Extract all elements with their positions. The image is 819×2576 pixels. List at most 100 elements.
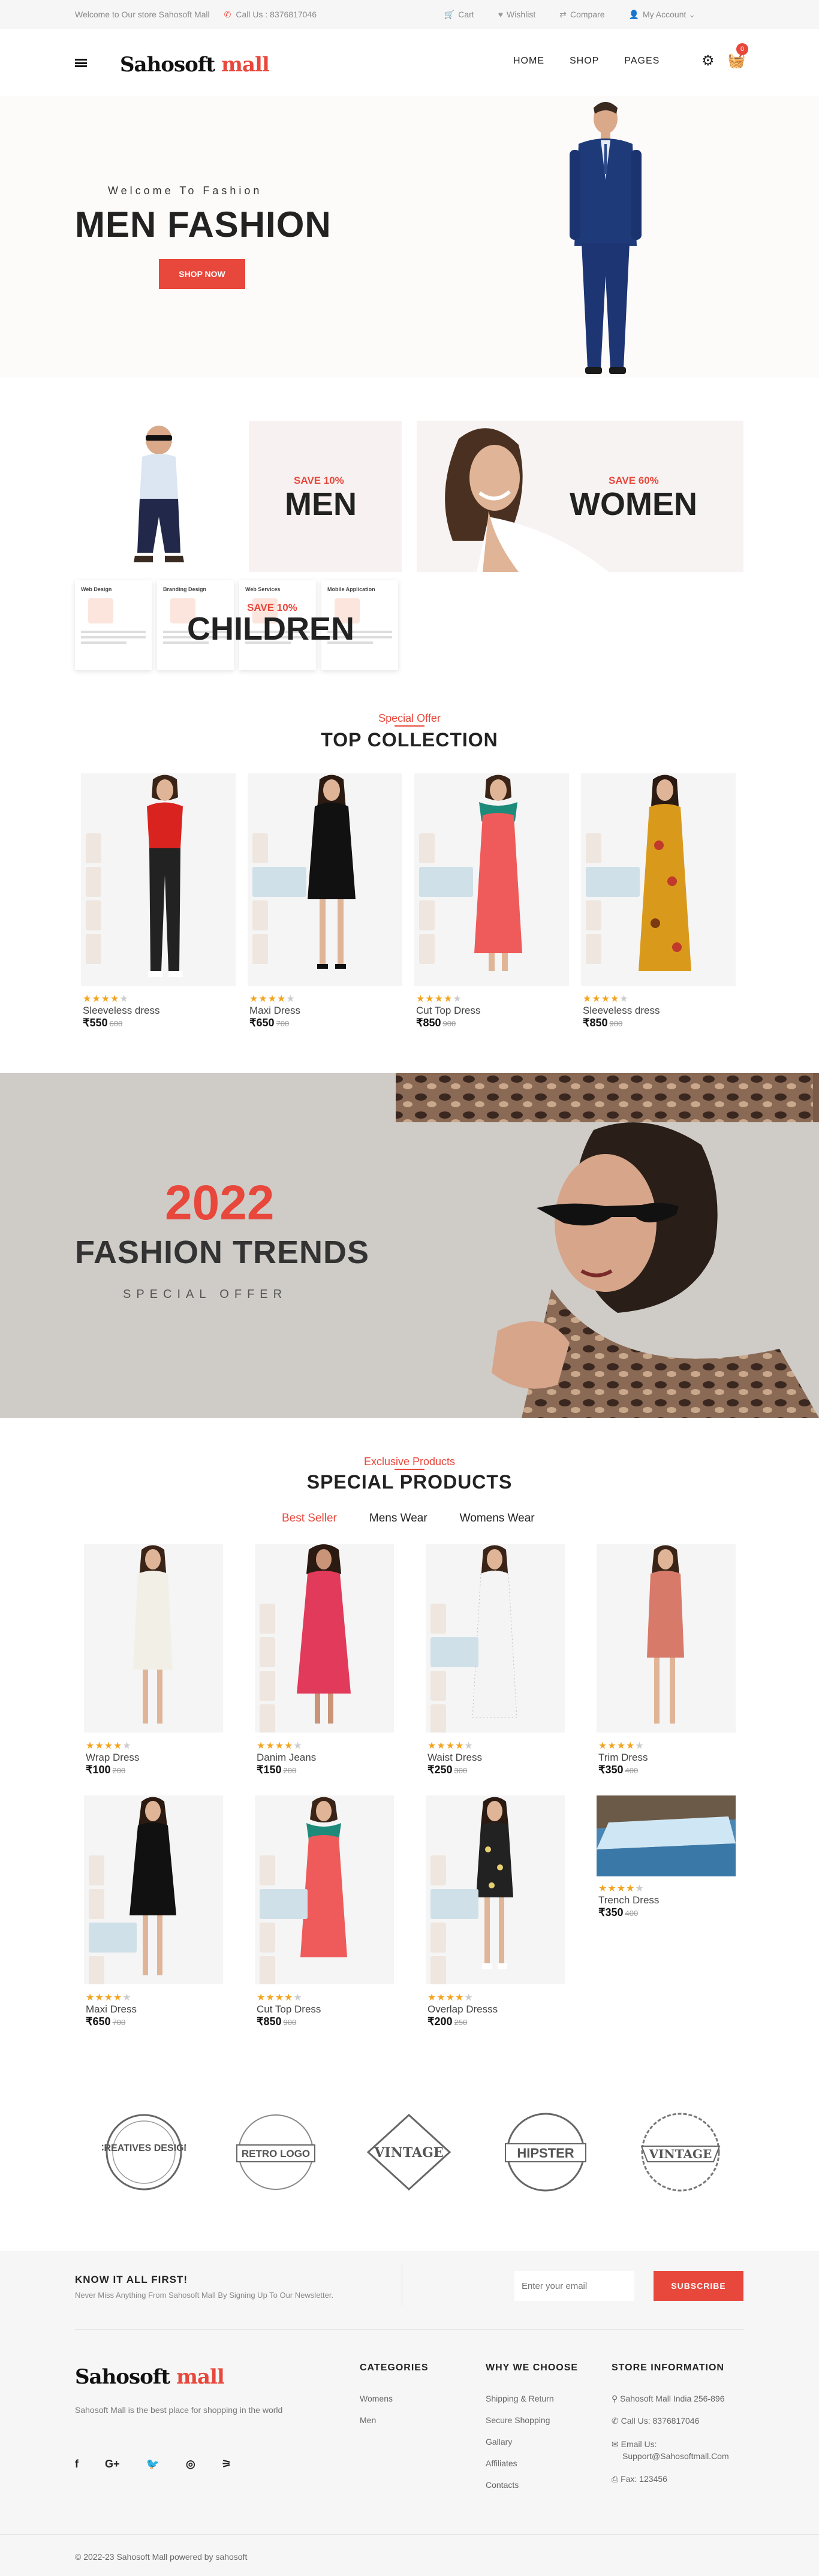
product-name[interactable]: Sleeveless dress: [83, 1005, 160, 1017]
product-card[interactable]: [581, 773, 736, 986]
product-name[interactable]: Trench Dress: [598, 1894, 659, 1906]
rss-icon[interactable]: ⚞: [222, 2458, 231, 2470]
footer-link[interactable]: Affiliates: [486, 2459, 578, 2468]
rating-stars: ★★★★★: [83, 994, 129, 1004]
product-card[interactable]: [248, 773, 402, 986]
brand-logo-vintage-2[interactable]: VINTAGE: [636, 2110, 725, 2194]
hero-model-image: [570, 102, 642, 374]
web-card: Web Design: [75, 580, 152, 670]
product-card[interactable]: [597, 1544, 736, 1733]
logo-text-accent: mall: [176, 2365, 225, 2389]
tab-mens-wear[interactable]: Mens Wear: [369, 1512, 427, 1525]
footer-link[interactable]: Men: [360, 2415, 429, 2425]
phone-icon: ✆: [612, 2416, 621, 2426]
category-men-banner[interactable]: SAVE 10% MEN: [75, 421, 402, 572]
web-card-title: Mobile Application: [327, 586, 375, 592]
store-phone: ✆ Call Us: 8376817046: [612, 2416, 700, 2426]
web-design-icon: [88, 598, 113, 623]
logo-text: Sahosoft: [120, 53, 215, 77]
children-category-title[interactable]: CHILDREN: [187, 610, 354, 647]
product-thumbnails: [586, 833, 640, 968]
cart-icon: 🛒: [444, 10, 455, 19]
call-text: Call Us : 8376817046: [236, 10, 317, 19]
phone-icon: ✆: [224, 10, 231, 19]
fax-icon: ⎙: [612, 2474, 621, 2484]
footer-link[interactable]: Womens: [360, 2394, 429, 2403]
footer-link[interactable]: Secure Shopping: [486, 2415, 578, 2425]
brand-text: HIPSTER: [517, 2146, 574, 2161]
subtitle-underline: [395, 725, 424, 727]
product-name[interactable]: Overlap Dresss: [427, 2003, 498, 2015]
nav-pages[interactable]: PAGES: [624, 56, 660, 67]
twitter-icon[interactable]: 🐦: [146, 2458, 159, 2470]
product-info: ★★★★★ Cut Top Dress ₹850 900: [257, 1993, 321, 2027]
product-price: ₹650 700: [249, 1017, 290, 1029]
category-women-banner[interactable]: SAVE 60% WOMEN: [417, 421, 743, 572]
product-card[interactable]: [426, 1544, 565, 1733]
brand-logo-hipster[interactable]: HIPSTER: [501, 2110, 591, 2194]
gear-icon[interactable]: ⚙: [701, 52, 715, 70]
product-card[interactable]: [414, 773, 569, 986]
product-card[interactable]: [84, 1795, 223, 1984]
trend-subtitle: SPECIAL OFFER: [123, 1288, 288, 1301]
product-name[interactable]: Cut Top Dress: [416, 1005, 480, 1017]
wishlist-link[interactable]: ♥ Wishlist: [498, 10, 536, 20]
tab-best-seller[interactable]: Best Seller: [282, 1512, 337, 1525]
tab-womens-wear[interactable]: Womens Wear: [460, 1512, 535, 1525]
cart-link[interactable]: 🛒 Cart: [444, 10, 474, 20]
web-card-title: Web Services: [245, 586, 281, 592]
product-name[interactable]: Maxi Dress: [249, 1005, 300, 1017]
newsletter-section: KNOW IT ALL FIRST! Never Miss Anything F…: [0, 2251, 819, 2329]
product-image: [147, 775, 183, 977]
brand-logo-retro[interactable]: RETRO LOGO: [231, 2110, 321, 2194]
product-name[interactable]: Cut Top Dress: [257, 2003, 321, 2015]
product-image: [647, 1545, 684, 1724]
brand-text: RETRO LOGO: [242, 2148, 310, 2159]
footer-about: Sahosoft Mall is the best place for shop…: [75, 2405, 283, 2415]
nav-shop[interactable]: SHOP: [570, 56, 599, 67]
top-collection-title: TOP COLLECTION: [321, 729, 498, 751]
product-name[interactable]: Danim Jeans: [257, 1752, 316, 1764]
footer-link[interactable]: Gallary: [486, 2437, 578, 2447]
menu-icon[interactable]: [75, 59, 87, 67]
nav-home[interactable]: HOME: [513, 56, 544, 67]
email-input[interactable]: [514, 2271, 634, 2301]
store-address: ⚲ Sahosoft Mall India 256-896: [612, 2394, 725, 2403]
mail-icon: ✉: [612, 2439, 621, 2449]
trend-title: FASHION TRENDS: [75, 1234, 370, 1270]
subscribe-button[interactable]: SUBSCRIBE: [654, 2271, 743, 2301]
product-card[interactable]: [255, 1795, 394, 1984]
product-card[interactable]: [426, 1795, 565, 1984]
product-name[interactable]: Maxi Dress: [86, 2003, 137, 2015]
product-thumbnails: [86, 833, 104, 968]
account-menu[interactable]: 👤 My Account ⌄: [629, 10, 699, 20]
trend-model-image: [396, 1073, 819, 1418]
facebook-icon[interactable]: f: [75, 2458, 79, 2470]
google-plus-icon[interactable]: G+: [105, 2458, 120, 2470]
product-card[interactable]: [597, 1795, 736, 1876]
compare-link[interactable]: ⇄ Compare: [559, 10, 604, 20]
product-info: ★★★★★ Sleeveless dress ₹850 900: [583, 993, 660, 1029]
product-card[interactable]: [255, 1544, 394, 1733]
shop-now-button[interactable]: SHOP NOW: [159, 259, 245, 289]
logo[interactable]: Sahosoft mall: [120, 53, 270, 77]
men-category-image: [75, 421, 249, 572]
web-card-title: Branding Design: [163, 586, 207, 592]
product-thumbnails: [252, 833, 306, 968]
product-card[interactable]: [81, 773, 236, 986]
footer-logo[interactable]: Sahosoft mall: [75, 2365, 225, 2389]
brand-logo-creatives[interactable]: CREATIVES DESIGN: [102, 2110, 186, 2194]
footer-link[interactable]: Shipping & Return: [486, 2394, 578, 2403]
footer-link[interactable]: Contacts: [486, 2480, 578, 2490]
product-name[interactable]: Sleeveless dress: [583, 1005, 660, 1017]
product-name[interactable]: Trim Dress: [598, 1752, 648, 1764]
product-name[interactable]: Waist Dress: [427, 1752, 482, 1764]
product-name[interactable]: Wrap Dress: [86, 1752, 139, 1764]
divider: [75, 2329, 744, 2330]
footer: Sahosoft mall Sahosoft Mall is the best …: [0, 2329, 819, 2576]
hero-title: MEN FASHION: [75, 204, 332, 245]
brand-logo-vintage[interactable]: VINTAGE: [363, 2110, 456, 2194]
cart-count-badge: 0: [736, 43, 748, 55]
product-card[interactable]: [84, 1544, 223, 1733]
instagram-icon[interactable]: ◎: [186, 2458, 195, 2470]
